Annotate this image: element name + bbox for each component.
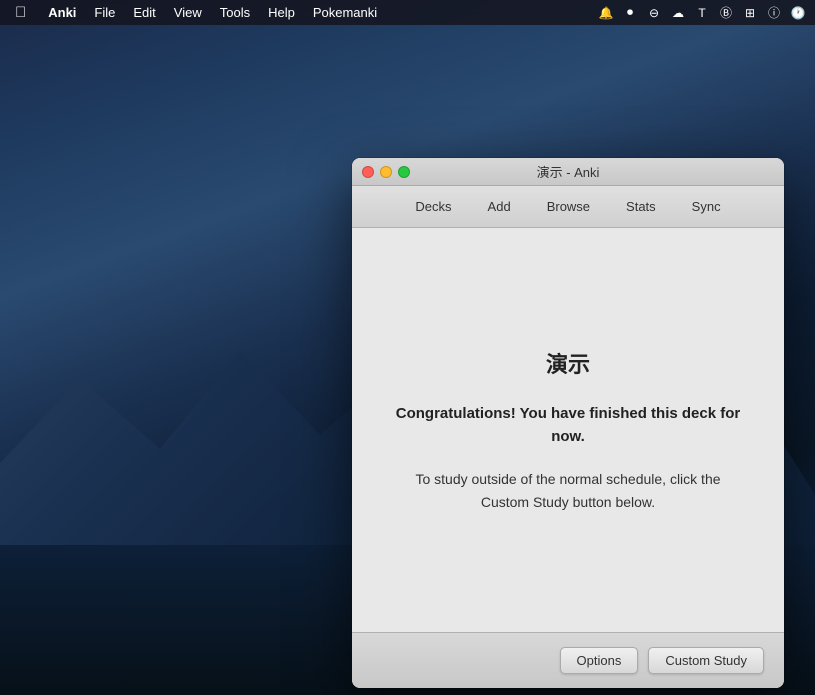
footer: Options Custom Study <box>352 632 784 688</box>
add-button[interactable]: Add <box>470 193 529 220</box>
menubar-tools[interactable]: Tools <box>213 5 257 20</box>
sync-button[interactable]: Sync <box>674 193 739 220</box>
clock-icon: 🕐 <box>789 6 807 20</box>
main-content: 演示 Congratulations! You have finished th… <box>352 228 784 632</box>
text-icon: T <box>693 6 711 20</box>
custom-study-button[interactable]: Custom Study <box>648 647 764 674</box>
congratulations-text: Congratulations! You have finished this … <box>382 403 754 448</box>
study-hint-text: To study outside of the normal schedule,… <box>398 468 738 513</box>
info-icon: ⓘ <box>765 4 783 21</box>
options-button[interactable]: Options <box>560 647 639 674</box>
deck-title: 演示 <box>546 347 590 379</box>
menubar-view[interactable]: View <box>167 5 209 20</box>
window-title: 演示 - Anki <box>537 162 600 181</box>
menubar-edit[interactable]: Edit <box>126 5 162 20</box>
menubar-help[interactable]: Help <box>261 5 302 20</box>
maximize-button[interactable] <box>398 166 410 178</box>
apple-menu[interactable]:  <box>8 4 33 21</box>
user-icon: ☁ <box>669 6 687 20</box>
decks-button[interactable]: Decks <box>397 193 469 220</box>
menubar-file[interactable]: File <box>87 5 122 20</box>
grid-icon: ⊞ <box>741 6 759 20</box>
title-bar: 演示 - Anki <box>352 158 784 186</box>
traffic-lights <box>362 166 410 178</box>
b-icon: Ⓑ <box>717 4 735 21</box>
minimize-button[interactable] <box>380 166 392 178</box>
anki-window: 演示 - Anki Decks Add Browse Stats Sync 演示… <box>352 158 784 688</box>
stats-button[interactable]: Stats <box>608 193 674 220</box>
browse-button[interactable]: Browse <box>529 193 608 220</box>
desktop:  Anki File Edit View Tools Help Pokeman… <box>0 0 815 695</box>
toolbar: Decks Add Browse Stats Sync <box>352 186 784 228</box>
menubar:  Anki File Edit View Tools Help Pokeman… <box>0 0 815 25</box>
close-button[interactable] <box>362 166 374 178</box>
menubar-pokemanki[interactable]: Pokemanki <box>306 5 384 20</box>
menubar-anki[interactable]: Anki <box>41 5 83 20</box>
notification-icon[interactable]: 🔔 <box>597 6 615 20</box>
dnd-icon: ⊖ <box>645 6 663 20</box>
screenrecord-icon: ⏺ <box>621 5 639 20</box>
